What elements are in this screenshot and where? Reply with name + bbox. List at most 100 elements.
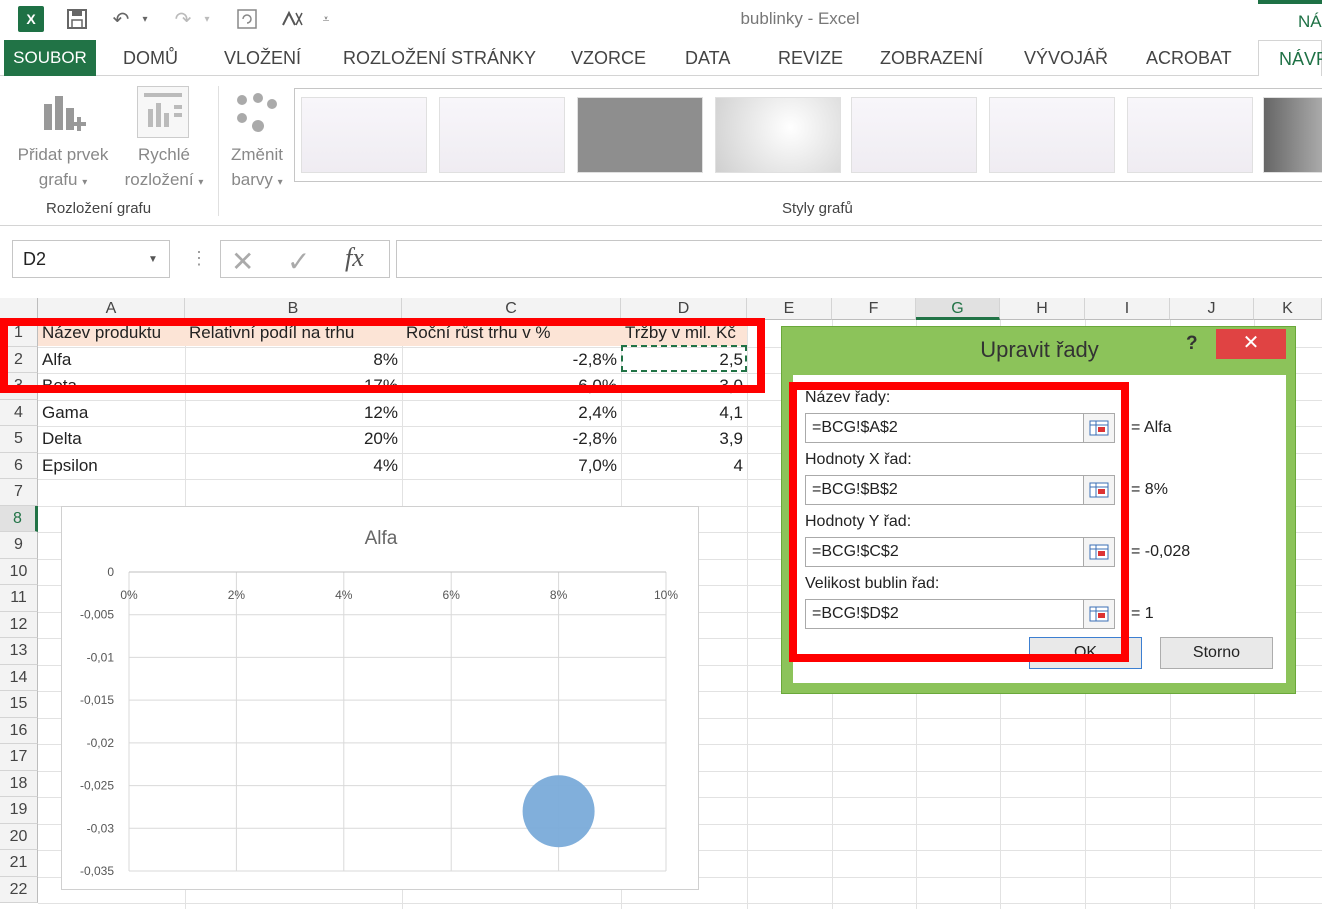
chart-style-4[interactable] — [715, 97, 841, 173]
redo-dropdown-icon[interactable]: ▾ — [200, 6, 214, 32]
cancel-button[interactable]: Storno — [1160, 637, 1273, 669]
row-header-15[interactable]: 15 — [0, 691, 38, 718]
y-tick-label: -0,005 — [80, 608, 114, 622]
row-header-14[interactable]: 14 — [0, 664, 38, 691]
column-header-a[interactable]: A — [38, 298, 185, 320]
table-cell[interactable]: Epsilon — [38, 453, 185, 479]
undo-icon[interactable]: ↶ — [108, 6, 134, 32]
gridline — [38, 903, 1322, 904]
sort-icon[interactable] — [280, 6, 306, 32]
row-header-18[interactable]: 18 — [0, 770, 38, 797]
y-tick-label: -0,015 — [80, 693, 114, 707]
change-colors-label2-text: barvy — [231, 170, 273, 189]
help-button[interactable]: ? — [1186, 333, 1198, 355]
table-cell[interactable]: 2,4% — [402, 400, 621, 426]
quick-layout-icon[interactable] — [137, 86, 189, 138]
table-cell[interactable]: 12% — [185, 400, 402, 426]
cancel-icon[interactable]: ✕ — [231, 245, 254, 278]
bubble-chart[interactable]: Alfa 0% 2% 4% 6% 8% 10% 0 -0,005 -0,01 -0,015 -0,02… — [61, 506, 699, 890]
tab-developer[interactable]: VÝVOJÁŘ — [1024, 48, 1108, 69]
chart-style-3[interactable] — [577, 97, 703, 173]
column-header-j[interactable]: J — [1170, 298, 1254, 320]
name-box-dropdown-icon[interactable]: ▼ — [148, 254, 158, 265]
enter-icon[interactable]: ✓ — [287, 245, 310, 278]
chart-style-6[interactable] — [989, 97, 1115, 173]
column-header-i[interactable]: I — [1085, 298, 1170, 320]
row-header-19[interactable]: 19 — [0, 797, 38, 824]
table-cell[interactable]: Gama — [38, 400, 185, 426]
column-header-g[interactable]: G — [916, 298, 1000, 320]
tab-review[interactable]: REVIZE — [778, 48, 843, 69]
column-header-b[interactable]: B — [185, 298, 402, 320]
column-header-f[interactable]: F — [832, 298, 916, 320]
table-cell[interactable]: 4 — [621, 453, 747, 479]
chart-style-5[interactable] — [851, 97, 977, 173]
column-header-d[interactable]: D — [621, 298, 747, 320]
tab-view[interactable]: ZOBRAZENÍ — [880, 48, 983, 69]
table-cell[interactable]: Delta — [38, 426, 185, 452]
close-button[interactable]: ✕ — [1216, 329, 1286, 359]
add-chart-element-label2-text: grafu — [38, 170, 78, 189]
more-icon: ⋮ — [190, 248, 208, 268]
tab-insert[interactable]: VLOŽENÍ — [224, 48, 301, 69]
row-header-20[interactable]: 20 — [0, 823, 38, 850]
contextual-tab-header[interactable]: NÁ — [1258, 0, 1322, 40]
excel-logo-icon[interactable]: X — [18, 6, 44, 32]
name-box[interactable]: D2 — [12, 240, 170, 278]
insert-function-icon[interactable]: fx — [345, 243, 364, 273]
quick-layout-button[interactable]: Rychlé rozložení ▾ — [112, 142, 216, 195]
row-header-7[interactable]: 7 — [0, 479, 38, 506]
tab-design[interactable]: NÁVR — [1258, 40, 1322, 77]
dropdown-arrow-icon: ▾ — [277, 177, 283, 188]
column-header-e[interactable]: E — [747, 298, 832, 320]
row-header-6[interactable]: 6 — [0, 452, 38, 479]
select-all-corner[interactable] — [0, 298, 38, 320]
change-colors-icon[interactable] — [232, 92, 282, 139]
tab-page-layout[interactable]: ROZLOŽENÍ STRÁNKY — [343, 48, 536, 69]
table-cell[interactable]: 7,0% — [402, 453, 621, 479]
column-header-h[interactable]: H — [1000, 298, 1085, 320]
tab-home[interactable]: DOMŮ — [123, 48, 178, 69]
window-title: bublinky - Excel — [740, 9, 860, 28]
refresh-icon[interactable] — [234, 6, 260, 32]
row-header-13[interactable]: 13 — [0, 638, 38, 665]
y-tick-label: -0,025 — [80, 779, 114, 793]
y-tick-label: 0 — [107, 565, 114, 579]
undo-dropdown-icon[interactable]: ▾ — [138, 6, 152, 32]
tab-data[interactable]: DATA — [685, 48, 730, 69]
chart-style-2[interactable] — [439, 97, 565, 173]
change-colors-label: Změnit — [231, 145, 283, 164]
save-icon[interactable] — [64, 6, 90, 32]
tab-acrobat[interactable]: ACROBAT — [1146, 48, 1232, 69]
add-chart-element-icon[interactable] — [40, 92, 90, 143]
row-header-8[interactable]: 8 — [0, 505, 38, 532]
chart-style-8[interactable] — [1263, 97, 1322, 173]
customize-qat-icon[interactable]: ⩡ — [318, 6, 334, 32]
row-header-22[interactable]: 22 — [0, 876, 38, 903]
row-header-9[interactable]: 9 — [0, 532, 38, 559]
redo-icon[interactable]: ↷ — [170, 6, 196, 32]
add-chart-element-button[interactable]: Přidat prvek grafu ▾ — [8, 142, 118, 195]
row-header-16[interactable]: 16 — [0, 717, 38, 744]
row-header-11[interactable]: 11 — [0, 585, 38, 612]
row-header-5[interactable]: 5 — [0, 426, 38, 453]
row-header-4[interactable]: 4 — [0, 399, 38, 426]
table-cell[interactable]: -2,8% — [402, 426, 621, 452]
table-cell[interactable]: 20% — [185, 426, 402, 452]
row-header-12[interactable]: 12 — [0, 611, 38, 638]
change-colors-button[interactable]: Změnit barvy ▾ — [222, 142, 292, 195]
chart-style-7[interactable] — [1127, 97, 1253, 173]
row-header-21[interactable]: 21 — [0, 850, 38, 877]
table-cell[interactable]: 4% — [185, 453, 402, 479]
y-tick-label: -0,02 — [87, 736, 115, 750]
formula-input[interactable] — [396, 240, 1322, 278]
row-header-17[interactable]: 17 — [0, 744, 38, 771]
table-cell[interactable]: 4,1 — [621, 400, 747, 426]
chart-style-1[interactable] — [301, 97, 427, 173]
tab-file[interactable]: SOUBOR — [4, 40, 96, 76]
row-header-10[interactable]: 10 — [0, 558, 38, 585]
table-cell[interactable]: 3,9 — [621, 426, 747, 452]
tab-formulas[interactable]: VZORCE — [571, 48, 646, 69]
column-header-c[interactable]: C — [402, 298, 621, 320]
column-header-k[interactable]: K — [1254, 298, 1322, 320]
